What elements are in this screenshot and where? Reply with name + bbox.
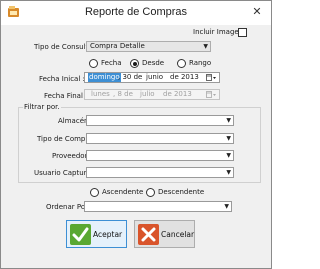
fecha-final-month: julio xyxy=(140,90,155,98)
fecha-final-day: , 8 de xyxy=(113,90,133,98)
radio-descendente-label: Descendente xyxy=(158,188,205,196)
almacen-label: Almacén xyxy=(58,117,89,125)
radio-rango-label: Rango xyxy=(189,59,212,67)
proveedor-label: Proveedor xyxy=(52,152,88,160)
radio-desde[interactable] xyxy=(130,59,139,68)
ordenar-por-label: Ordenar Por xyxy=(46,203,88,211)
window-title: Reporte de Compras xyxy=(84,6,188,18)
incluir-imagen-label: Incluir Imagen xyxy=(193,28,244,36)
tipo-consulta-label: Tipo de Consulta xyxy=(34,43,93,51)
fecha-final-year: de 2013 xyxy=(163,90,192,98)
calendar-dropdown-icon xyxy=(206,91,216,98)
fecha-inicial-month: junio xyxy=(146,73,164,81)
radio-ascendente[interactable] xyxy=(90,188,99,197)
chevron-down-icon: ▼ xyxy=(203,43,208,50)
almacen-select[interactable]: ▼ xyxy=(86,115,234,126)
radio-rango[interactable] xyxy=(177,59,186,68)
usuario-capturo-select[interactable]: ▼ xyxy=(86,167,234,178)
proveedor-select[interactable]: ▼ xyxy=(86,150,234,161)
aceptar-button[interactable]: Aceptar xyxy=(66,220,127,248)
radio-fecha-label: Fecha xyxy=(101,59,122,67)
filtrar-title: Filtrar por. xyxy=(23,103,61,111)
fecha-inicial-weekday: domingo xyxy=(88,73,121,82)
chevron-down-icon: ▼ xyxy=(224,203,229,210)
tipo-compra-label: Tipo de Compra xyxy=(37,135,93,143)
cancelar-button[interactable]: Cancelar xyxy=(134,220,195,248)
ordenar-por-select[interactable]: ▼ xyxy=(84,201,232,212)
tipo-compra-select[interactable]: ▼ xyxy=(86,133,234,144)
fecha-inicial-day: , 30 de xyxy=(118,73,143,81)
tipo-consulta-value: Compra Detalle xyxy=(90,42,145,50)
chevron-down-icon: ▼ xyxy=(226,135,231,142)
calendar-dropdown-icon xyxy=(206,74,216,81)
close-icon[interactable]: ✕ xyxy=(249,4,265,20)
chevron-down-icon: ▼ xyxy=(226,169,231,176)
aceptar-label: Aceptar xyxy=(93,230,123,239)
radio-fecha[interactable] xyxy=(89,59,98,68)
checkmark-icon xyxy=(70,224,91,245)
chevron-down-icon: ▼ xyxy=(226,117,231,124)
radio-ascendente-label: Ascendente xyxy=(102,188,144,196)
title-bar: Reporte de Compras ✕ xyxy=(1,1,271,25)
incluir-imagen-checkbox[interactable] xyxy=(238,28,247,37)
chevron-down-icon: ▼ xyxy=(226,152,231,159)
radio-desde-label: Desde xyxy=(142,59,165,67)
fecha-inicial-label: Fecha Inical : xyxy=(39,75,85,83)
fecha-final-picker[interactable]: lunes , 8 de julio de 2013 xyxy=(84,89,220,100)
cancel-x-icon xyxy=(138,224,159,245)
fecha-inicial-picker[interactable]: domingo , 30 de junio de 2013 xyxy=(84,72,220,83)
fecha-inicial-year: de 2013 xyxy=(170,73,199,81)
tipo-consulta-select[interactable]: Compra Detalle ▼ xyxy=(86,41,211,52)
fecha-final-weekday: lunes xyxy=(91,90,110,98)
usuario-capturo-label: Usuario Capturó xyxy=(34,169,91,177)
report-window: Reporte de Compras ✕ Incluir Imagen Tipo… xyxy=(0,0,272,269)
radio-descendente[interactable] xyxy=(146,188,155,197)
cancelar-label: Cancelar xyxy=(161,230,195,239)
fecha-final-label: Fecha Final xyxy=(44,92,83,100)
